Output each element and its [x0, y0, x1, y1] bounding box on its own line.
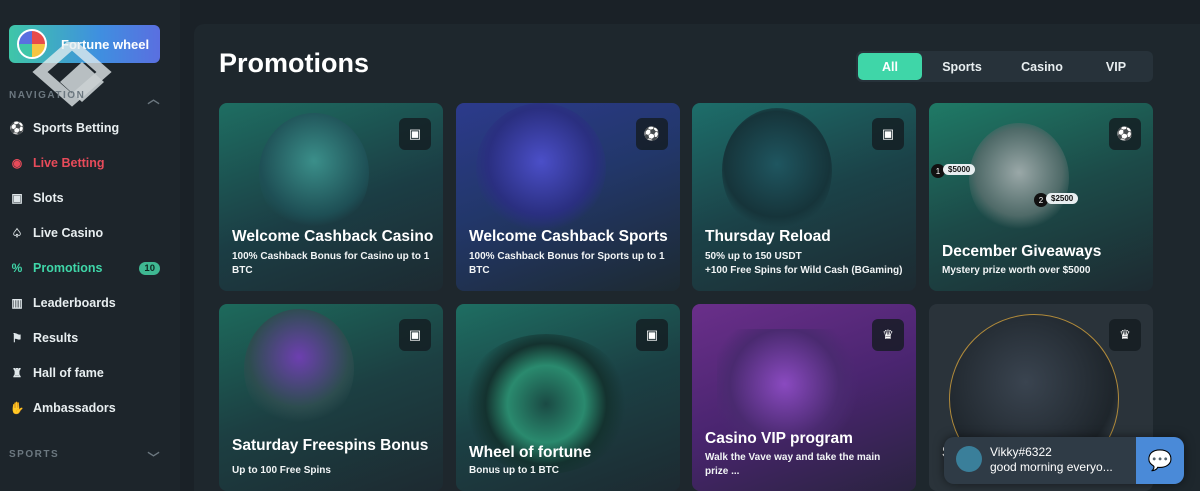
promo-card[interactable]: ▣ Wheel of fortune Bonus up to 1 BTC [456, 304, 680, 491]
sidebar-item-label: Leaderboards [33, 296, 116, 310]
promo-description: 100% Cashback Bonus for Sports up to 1 B… [469, 251, 665, 276]
promo-card[interactable]: ⚽ Welcome Cashback Sports 100% Cashback … [456, 103, 680, 291]
promo-image [244, 309, 354, 429]
sidebar-item-live-casino[interactable]: ♤ Live Casino [9, 221, 169, 245]
chat-widget[interactable]: Vikky#6322 good morning everyo... 💬 [944, 437, 1184, 484]
promo-title: Saturday Freespins Bonus [232, 437, 429, 454]
slot-machine-icon: ▣ [11, 191, 23, 205]
sidebar-item-label: Ambassadors [33, 401, 116, 415]
promo-description: 50% up to 150 USDT +100 Free Spins for W… [705, 251, 903, 276]
navigation-section-header[interactable]: NAVIGATION ︿ [9, 90, 161, 107]
soccer-ball-icon[interactable]: ⚽ [1109, 118, 1141, 150]
sidebar-item-promotions[interactable]: % Promotions 10 [9, 256, 169, 280]
tab-casino[interactable]: Casino [1002, 53, 1082, 80]
promo-image [969, 123, 1069, 233]
slot-machine-icon[interactable]: ▣ [399, 118, 431, 150]
count-badge: 10 [139, 261, 160, 275]
promo-title: Wheel of fortune [469, 444, 592, 461]
sidebar-item-results[interactable]: ⚑ Results [9, 326, 169, 350]
sidebar-item-label: Live Casino [33, 226, 104, 240]
promo-description: Up to 100 Free Spins [232, 465, 331, 476]
crown-icon[interactable]: ♛ [872, 319, 904, 351]
prize-tag: $5000 [943, 164, 976, 175]
people-icon: ♜ [11, 366, 23, 380]
tab-all[interactable]: All [858, 53, 922, 80]
promo-description: Walk the Vave way and take the main priz… [705, 452, 881, 477]
slot-machine-icon[interactable]: ▣ [399, 319, 431, 351]
promo-card[interactable]: ▣ Welcome Cashback Casino 100% Cashback … [219, 103, 443, 291]
chevron-up-icon: ︿ [147, 92, 161, 106]
avatar [956, 446, 982, 472]
sidebar-item-ambassadors[interactable]: ✋ Ambassadors [9, 396, 169, 420]
sidebar-item-hall-of-fame[interactable]: ♜ Hall of fame [9, 361, 169, 385]
sidebar-item-label: Slots [33, 191, 64, 205]
tab-vip[interactable]: VIP [1082, 53, 1150, 80]
soccer-ball-icon[interactable]: ⚽ [636, 118, 668, 150]
leaderboard-icon: ▥ [11, 296, 23, 310]
percent-icon: % [11, 261, 23, 275]
page-title: Promotions [219, 48, 370, 78]
chat-message: good morning everyo... [990, 460, 1113, 474]
soccer-ball-icon: ⚽ [9, 121, 25, 135]
promo-title: Welcome Cashback Casino [232, 228, 434, 245]
crown-icon[interactable]: ♛ [1109, 319, 1141, 351]
sidebar-item-label: Hall of fame [33, 366, 104, 380]
promo-image [717, 329, 867, 439]
promo-description: 100% Cashback Bonus for Casino up to 1 B… [232, 251, 430, 276]
promo-title: Welcome Cashback Sports [469, 228, 668, 245]
handshake-icon: ✋ [9, 401, 25, 415]
sidebar-item-leaderboards[interactable]: ▥ Leaderboards [9, 291, 169, 315]
flag-icon: ⚑ [11, 331, 23, 345]
promo-title: Casino VIP program [705, 430, 853, 447]
sidebar-item-label: Promotions [33, 261, 103, 275]
slot-machine-icon[interactable]: ▣ [636, 319, 668, 351]
promo-image [476, 103, 606, 233]
promo-title: December Giveaways [942, 243, 1102, 260]
promo-title: Thursday Reload [705, 228, 831, 245]
filter-tabs: All Sports Casino VIP [856, 51, 1153, 82]
sidebar-item-label: Results [33, 331, 79, 345]
sidebar: Fortune wheel NAVIGATION ︿ ⚽ Sports Bett… [0, 0, 180, 491]
promo-description: Mystery prize worth over $5000 [942, 265, 1091, 276]
chat-username: Vikky#6322 [990, 445, 1052, 459]
promo-image [259, 113, 369, 233]
chevron-down-icon: ﹀ [147, 451, 161, 465]
sidebar-item-sports-betting[interactable]: ⚽ Sports Betting [9, 116, 169, 140]
chat-bubble-icon[interactable]: 💬 [1136, 437, 1184, 484]
promo-card[interactable]: ▣ Saturday Freespins Bonus Up to 100 Fre… [219, 304, 443, 491]
promo-image [722, 108, 832, 233]
sidebar-item-slots[interactable]: ▣ Slots [9, 186, 169, 210]
sports-section-header[interactable]: SPORTS ﹀ [9, 449, 161, 466]
promo-card[interactable]: 1 $5000 2 $2500 ⚽ December Giveaways Mys… [929, 103, 1153, 291]
sidebar-item-live-betting[interactable]: ◉ Live Betting [9, 151, 169, 175]
cards-icon: ♤ [11, 226, 23, 240]
slot-machine-icon[interactable]: ▣ [872, 118, 904, 150]
sidebar-item-label: Live Betting [33, 156, 105, 170]
promo-card[interactable]: ♛ Casino VIP program Walk the Vave way a… [692, 304, 916, 491]
section-label: NAVIGATION [9, 90, 86, 101]
promo-card[interactable]: ▣ Thursday Reload 50% up to 150 USDT +10… [692, 103, 916, 291]
live-signal-icon: ◉ [11, 156, 23, 170]
prize-tag: $2500 [1046, 193, 1079, 204]
tab-sports[interactable]: Sports [922, 53, 1002, 80]
sidebar-item-label: Sports Betting [33, 121, 120, 135]
promo-description: Bonus up to 1 BTC [469, 465, 559, 476]
section-label: SPORTS [9, 449, 60, 460]
